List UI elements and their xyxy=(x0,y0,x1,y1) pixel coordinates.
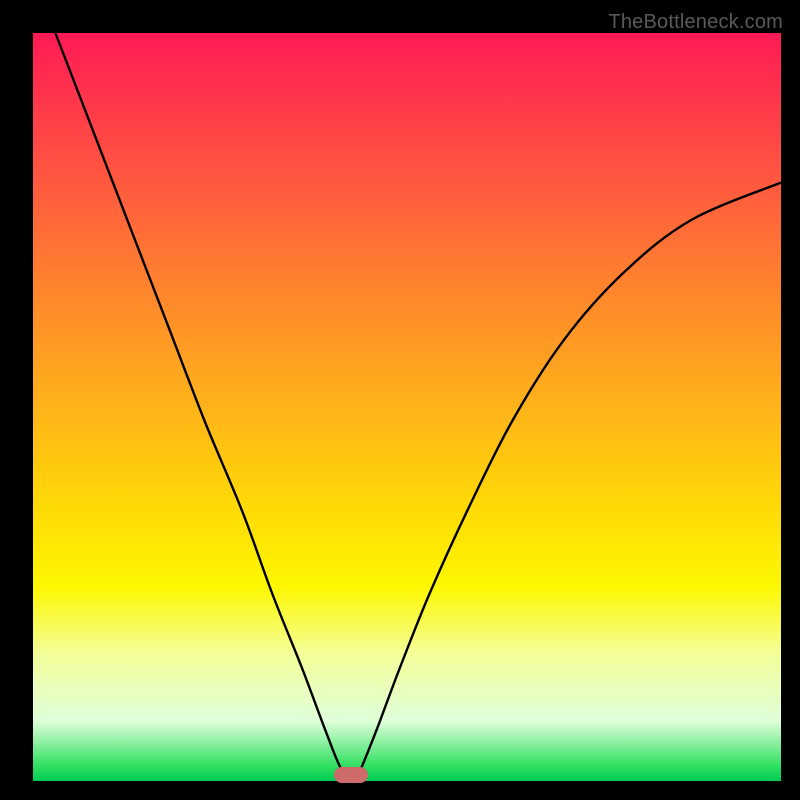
plot-area xyxy=(33,33,781,781)
optimal-marker xyxy=(334,767,368,783)
watermark-label: TheBottleneck.com xyxy=(608,11,783,34)
chart-frame: TheBottleneck.com xyxy=(7,7,793,793)
curve-svg xyxy=(33,33,781,781)
bottleneck-curve xyxy=(55,33,781,781)
